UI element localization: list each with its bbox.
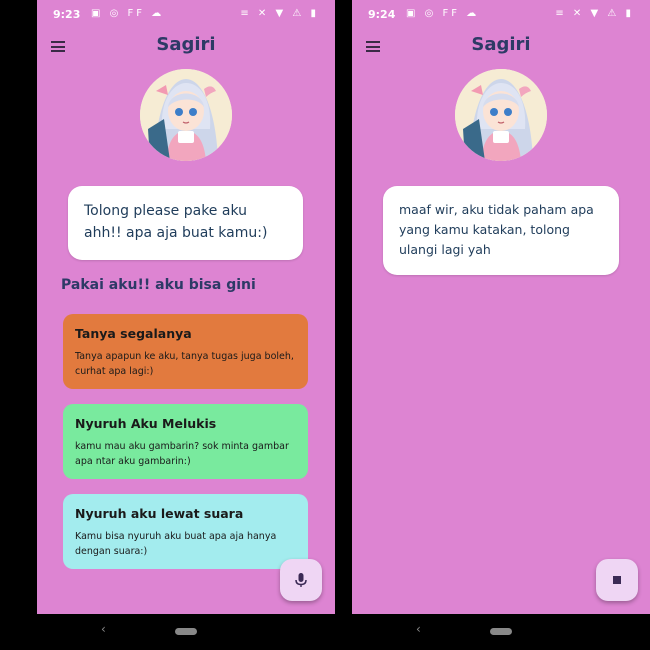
stop-recording-button[interactable] [596,559,638,601]
anime-girl-avatar-image [455,69,547,161]
card-title: Nyuruh Aku Melukis [75,416,217,431]
nav-back-icon[interactable]: ‹ [416,622,421,636]
microphone-icon [295,573,307,587]
app-title: Sagiri [471,34,531,55]
status-bar: 9:23 ▣ ◎ FF ☁ ≡ ✕ ▼ ⚠ ▮ [37,0,335,28]
section-title: Pakai aku!! aku bisa gini [61,277,256,293]
app-title: Sagiri [156,34,216,55]
avatar [455,69,547,161]
avatar [140,69,232,161]
status-time: 9:23 [53,8,81,21]
card-description: Kamu bisa nyuruh aku buat apa aja hanya … [75,531,277,557]
card-description: kamu mau aku gambarin? sok minta gambar … [75,441,289,467]
feature-card-voice[interactable]: Nyuruh aku lewat suara Kamu bisa nyuruh … [63,494,308,569]
card-title: Tanya segalanya [75,326,192,341]
notification-icons: ▣ ◎ FF ☁ [406,8,480,19]
status-bar: 9:24 ▣ ◎ FF ☁ ≡ ✕ ▼ ⚠ ▮ [352,0,650,28]
notification-icons: ▣ ◎ FF ☁ [91,8,165,19]
chat-bubble: maaf wir, aku tidak paham apa yang kamu … [383,186,619,275]
card-description: Tanya apapun ke aku, tanya tugas juga bo… [75,351,294,377]
nav-back-icon[interactable]: ‹ [101,622,106,636]
chat-bubble: Tolong please pake aku ahh!! apa aja bua… [68,186,303,260]
chat-screen-2: 9:24 ▣ ◎ FF ☁ ≡ ✕ ▼ ⚠ ▮ Sagiri maaf wir,… [352,0,650,614]
voice-input-button[interactable] [280,559,322,601]
feature-card-ask[interactable]: Tanya segalanya Tanya apapun ke aku, tan… [63,314,308,389]
system-icons: ≡ ✕ ▼ ⚠ ▮ [555,8,634,19]
status-time: 9:24 [368,8,396,21]
stop-icon [613,576,621,584]
feature-card-draw[interactable]: Nyuruh Aku Melukis kamu mau aku gambarin… [63,404,308,479]
nav-home-pill[interactable] [175,628,197,635]
anime-girl-avatar-image [140,69,232,161]
chat-screen-1: 9:23 ▣ ◎ FF ☁ ≡ ✕ ▼ ⚠ ▮ Sagiri Tolong pl… [37,0,335,614]
card-title: Nyuruh aku lewat suara [75,506,244,521]
nav-home-pill[interactable] [490,628,512,635]
system-icons: ≡ ✕ ▼ ⚠ ▮ [240,8,319,19]
